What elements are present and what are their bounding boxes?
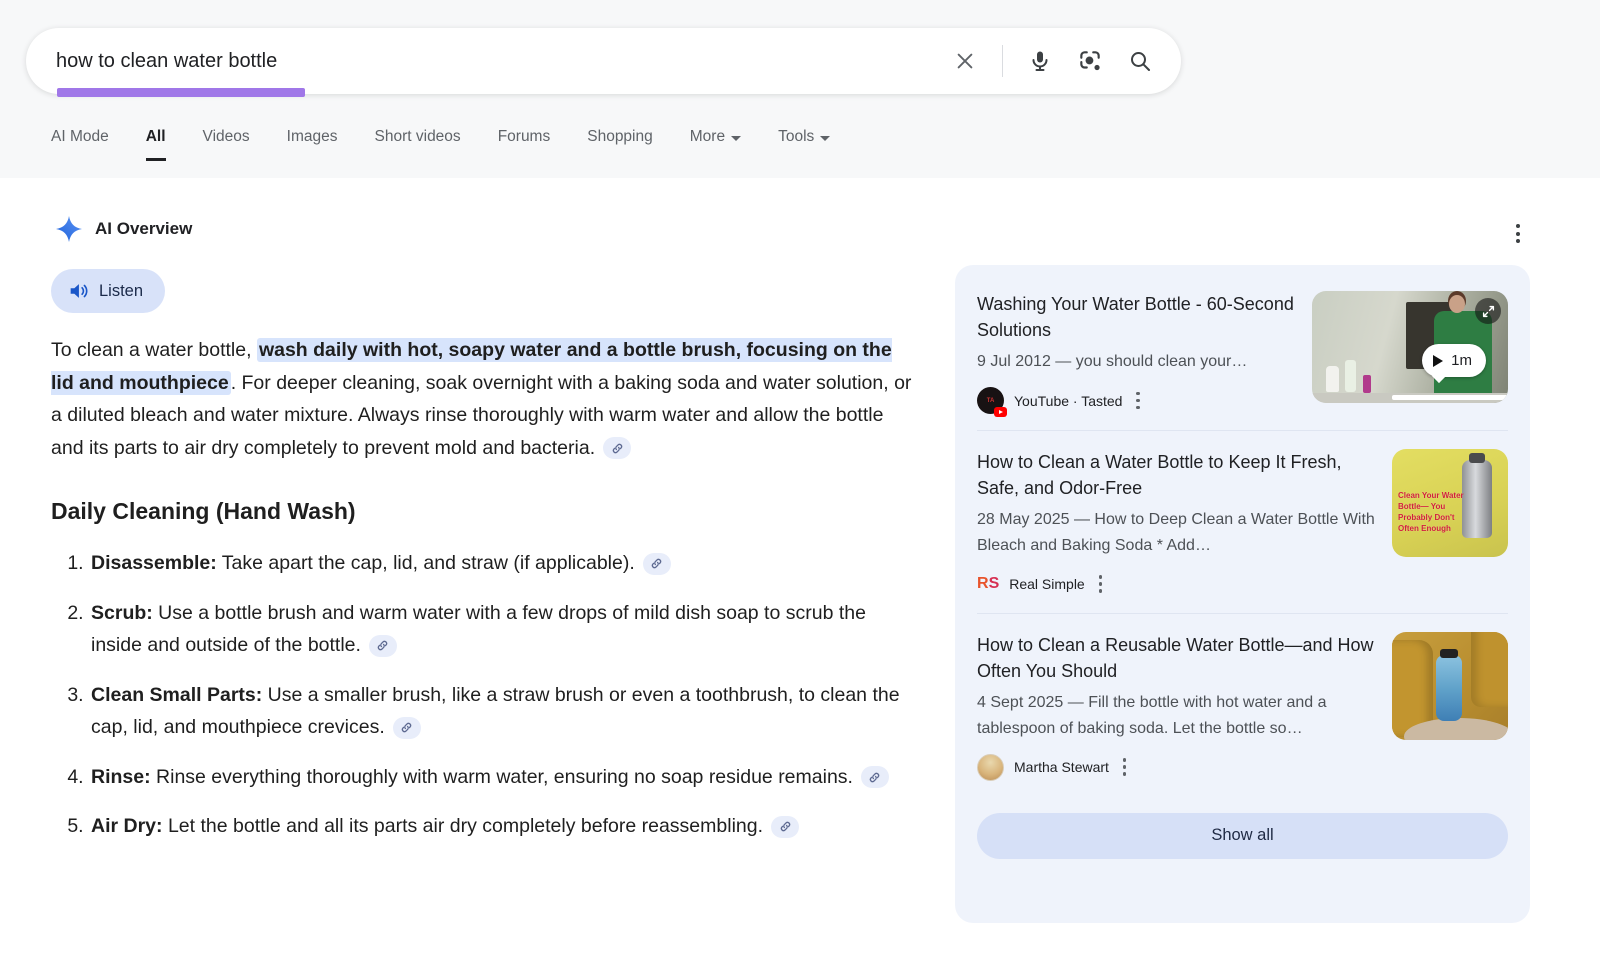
source-name: Real Simple — [1009, 576, 1084, 592]
play-button[interactable]: 1m — [1422, 344, 1486, 377]
card-snippet: 4 Sept 2025 — Fill the bottle with hot w… — [977, 690, 1376, 742]
avatar — [977, 754, 1004, 781]
video-duration: 1m — [1451, 352, 1472, 369]
gemini-sparkle-icon — [56, 216, 82, 242]
intro-prefix: To clean a water bottle, — [51, 339, 257, 361]
tab-short-videos[interactable]: Short videos — [375, 128, 461, 158]
search-bar[interactable] — [26, 28, 1181, 94]
tab-images[interactable]: Images — [287, 128, 338, 158]
card-title[interactable]: Washing Your Water Bottle - 60-Second So… — [977, 291, 1296, 343]
card-menu-button[interactable] — [1095, 571, 1107, 597]
citation-link-icon[interactable] — [393, 717, 421, 739]
ai-overview-header: AI Overview — [56, 216, 192, 242]
step-label: Disassemble: — [91, 552, 217, 574]
chevron-down-icon — [731, 136, 741, 141]
step-label: Air Dry: — [91, 815, 163, 837]
citation-link-icon[interactable] — [771, 816, 799, 838]
article-thumbnail[interactable] — [1392, 632, 1508, 740]
list-item: Rinse: Rinse everything thoroughly with … — [89, 761, 919, 794]
search-divider — [1002, 45, 1003, 77]
citation-link-icon[interactable] — [603, 437, 631, 459]
card-menu-button[interactable] — [1119, 754, 1131, 780]
clear-search-icon[interactable] — [952, 48, 978, 74]
loading-progress-bar — [57, 88, 305, 97]
show-all-label: Show all — [1211, 826, 1273, 845]
card-snippet: 28 May 2025 — How to Deep Clean a Water … — [977, 507, 1376, 559]
list-item: Clean Small Parts: Use a smaller brush, … — [89, 679, 919, 744]
tab-forums[interactable]: Forums — [498, 128, 551, 158]
speaker-icon — [67, 280, 89, 302]
citation-link-icon[interactable] — [643, 553, 671, 575]
play-icon — [1433, 355, 1443, 367]
search-submit-icon[interactable] — [1127, 48, 1153, 74]
tab-videos[interactable]: Videos — [203, 128, 250, 158]
step-label: Clean Small Parts: — [91, 684, 262, 706]
card-snippet: 9 Jul 2012 — you should clean your… — [977, 349, 1296, 375]
ai-overview-body: To clean a water bottle, wash daily with… — [51, 334, 919, 860]
article-thumbnail[interactable]: Clean Your Water Bottle— You Probably Do… — [1392, 449, 1508, 557]
ai-overview-menu-button[interactable] — [1512, 220, 1524, 247]
tab-tools[interactable]: Tools — [778, 128, 830, 158]
results-tab-bar: AI Mode All Videos Images Short videos F… — [51, 128, 830, 161]
list-item: Scrub: Use a bottle brush and warm water… — [89, 597, 919, 662]
card-menu-button[interactable] — [1132, 388, 1144, 414]
tab-more[interactable]: More — [690, 128, 741, 158]
section-heading: Daily Cleaning (Hand Wash) — [51, 498, 919, 525]
lens-camera-icon[interactable] — [1077, 48, 1103, 74]
citation-link-icon[interactable] — [861, 766, 889, 788]
video-thumbnail[interactable]: 1m — [1312, 291, 1508, 403]
voice-search-icon[interactable] — [1027, 48, 1053, 74]
list-item: Air Dry: Let the bottle and all its part… — [89, 810, 919, 843]
source-card-real-simple[interactable]: How to Clean a Water Bottle to Keep It F… — [977, 430, 1508, 613]
source-name: YouTube · Tasted — [1014, 393, 1122, 409]
citation-link-icon[interactable] — [369, 635, 397, 657]
ai-overview-title: AI Overview — [95, 219, 192, 239]
step-text: Let the bottle and all its parts air dry… — [163, 815, 763, 837]
tab-shopping[interactable]: Shopping — [587, 128, 653, 158]
card-title[interactable]: How to Clean a Water Bottle to Keep It F… — [977, 449, 1376, 501]
source-name: Martha Stewart — [1014, 759, 1109, 775]
listen-button[interactable]: Listen — [51, 269, 165, 313]
cleaning-steps-list: Disassemble: Take apart the cap, lid, an… — [51, 547, 919, 843]
listen-label: Listen — [99, 282, 143, 301]
avatar: TA — [977, 387, 1004, 414]
youtube-badge-icon — [994, 407, 1007, 417]
chevron-down-icon — [820, 136, 830, 141]
step-text: Rinse everything thoroughly with warm wa… — [151, 766, 853, 788]
thumbnail-overlay-text: Clean Your Water Bottle— You Probably Do… — [1398, 490, 1470, 534]
expand-icon[interactable] — [1475, 298, 1501, 324]
source-card-youtube[interactable]: Washing Your Water Bottle - 60-Second So… — [977, 273, 1508, 430]
video-progress-bar — [1392, 395, 1508, 400]
card-title[interactable]: How to Clean a Reusable Water Bottle—and… — [977, 632, 1376, 684]
sources-panel: Washing Your Water Bottle - 60-Second So… — [955, 265, 1530, 923]
step-label: Rinse: — [91, 766, 151, 788]
show-all-button[interactable]: Show all — [977, 813, 1508, 859]
source-card-martha-stewart[interactable]: How to Clean a Reusable Water Bottle—and… — [977, 613, 1508, 797]
search-input[interactable] — [56, 50, 952, 73]
step-text: Use a bottle brush and warm water with a… — [91, 602, 866, 657]
real-simple-logo: RS — [977, 575, 999, 593]
list-item: Disassemble: Take apart the cap, lid, an… — [89, 547, 919, 580]
ai-overview-paragraph: To clean a water bottle, wash daily with… — [51, 334, 919, 464]
search-header: AI Mode All Videos Images Short videos F… — [0, 0, 1600, 178]
step-text: Take apart the cap, lid, and straw (if a… — [217, 552, 635, 574]
tab-ai-mode[interactable]: AI Mode — [51, 128, 109, 158]
step-label: Scrub: — [91, 602, 153, 624]
tab-all[interactable]: All — [146, 128, 166, 161]
